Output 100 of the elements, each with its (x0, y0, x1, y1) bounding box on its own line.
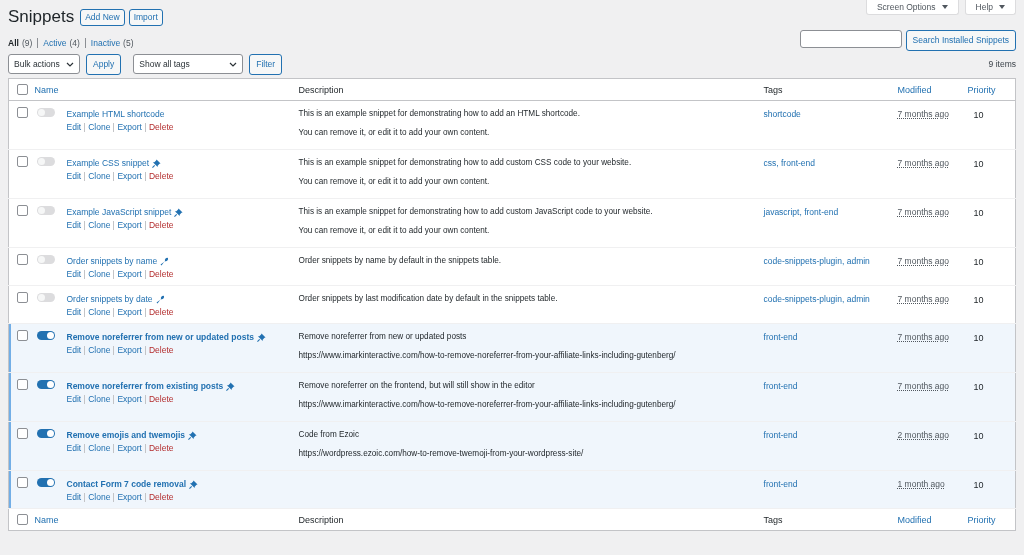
row-checkbox[interactable] (17, 205, 28, 217)
snippet-name[interactable]: Remove noreferrer from new or updated posts (66, 330, 254, 344)
snippet-name[interactable]: Order snippets by date (66, 292, 153, 306)
row-action-link[interactable]: Export (113, 346, 142, 355)
row-action-link[interactable]: Clone (84, 346, 111, 355)
column-header[interactable]: Name (34, 84, 59, 95)
row-checkbox[interactable] (17, 379, 28, 391)
row-action-link[interactable]: Delete (144, 346, 174, 355)
row-action-link[interactable]: Export (113, 221, 142, 230)
view-link[interactable]: Inactive (90, 38, 121, 48)
column-header[interactable]: Modified (897, 514, 932, 525)
row-action-link[interactable]: Clone (84, 172, 111, 181)
pin-icon (226, 381, 236, 391)
view-link[interactable]: All (8, 38, 19, 48)
tag-list[interactable]: code-snippets-plugin, admin (763, 254, 870, 268)
filter-button[interactable]: Filter (249, 53, 283, 75)
snippet-name[interactable]: Contact Form 7 code removal (66, 477, 186, 491)
row-action-link[interactable]: Delete (144, 221, 174, 230)
row-checkbox[interactable] (17, 107, 28, 119)
row-action-link[interactable]: Export (113, 123, 142, 132)
priority-value: 10 (972, 207, 984, 218)
column-header: Description (298, 84, 344, 95)
column-header[interactable]: Name (34, 514, 59, 525)
row-action-link[interactable]: Export (113, 308, 142, 317)
search-button[interactable]: Search Installed Snippets (905, 29, 1016, 51)
row-checkbox[interactable] (17, 428, 28, 440)
toggle-switch[interactable] (36, 429, 55, 438)
row-action-link[interactable]: Clone (84, 493, 111, 502)
row-action-link[interactable]: Clone (84, 123, 111, 132)
view-link[interactable]: Active (43, 38, 67, 48)
toggle-switch[interactable] (36, 255, 55, 264)
description-text: https://wordpress.ezoic.com/how-to-remove-twemoji-from-your-wordpress-site/ (298, 448, 585, 460)
description-text: Code from Ezoic (298, 429, 361, 441)
row-checkbox[interactable] (17, 477, 28, 489)
row-action-link[interactable]: Edit (66, 219, 82, 232)
row-action-link[interactable]: Delete (144, 123, 174, 132)
tag-list[interactable]: javascript, front-end (763, 205, 839, 219)
row-checkbox[interactable] (17, 254, 28, 266)
row-action-link[interactable]: Edit (66, 268, 82, 281)
search-field[interactable] (799, 29, 902, 48)
toggle-switch[interactable] (36, 380, 55, 389)
row-action-link[interactable]: Delete (144, 172, 174, 181)
snippet-name[interactable]: Order snippets by name (66, 254, 158, 268)
row-action-link[interactable]: Export (113, 493, 142, 502)
select-all-checkbox[interactable] (17, 84, 28, 96)
priority-value: 10 (972, 332, 984, 343)
column-header[interactable]: Modified (897, 84, 932, 95)
tag-list[interactable]: code-snippets-plugin, admin (763, 292, 870, 306)
apply-button[interactable]: Apply (86, 53, 122, 75)
row-action-link[interactable]: Export (113, 270, 142, 279)
row-action-link[interactable]: Edit (66, 393, 82, 406)
row-action-link[interactable]: Clone (84, 308, 111, 317)
toggle-switch[interactable] (36, 293, 55, 302)
row-action-link[interactable]: Edit (66, 306, 82, 319)
row-action-link[interactable]: Export (113, 395, 142, 404)
row-action-link[interactable]: Delete (144, 270, 174, 279)
column-header[interactable]: Priority (967, 514, 996, 525)
toggle-switch[interactable] (36, 157, 55, 166)
row-action-link[interactable]: Export (113, 172, 142, 181)
tag-list[interactable]: css, front-end (763, 156, 815, 170)
toggle-switch[interactable] (36, 206, 55, 215)
toggle-switch[interactable] (36, 108, 55, 117)
row-action-link[interactable]: Clone (84, 395, 111, 404)
row-action-link[interactable]: Export (113, 444, 142, 453)
select-all-checkbox[interactable] (17, 514, 28, 526)
toggle-switch[interactable] (36, 478, 55, 487)
tag-list[interactable]: shortcode (763, 107, 801, 121)
toggle-switch[interactable] (36, 331, 55, 340)
row-action-link[interactable]: Edit (66, 121, 82, 134)
row-action-link[interactable]: Delete (144, 444, 174, 453)
bulk-actions-select[interactable]: Bulk actions (8, 54, 80, 74)
tag-list[interactable]: front-end (763, 379, 798, 393)
title-button[interactable]: Import (128, 8, 163, 26)
snippet-name[interactable]: Example CSS snippet (66, 156, 150, 170)
tags-select[interactable]: Show all tags (133, 54, 244, 74)
tag-list[interactable]: front-end (763, 330, 798, 344)
row-action-link[interactable]: Clone (84, 270, 111, 279)
row-checkbox[interactable] (17, 292, 28, 304)
row-action-link[interactable]: Edit (66, 491, 82, 504)
snippet-name[interactable]: Remove noreferrer from existing posts (66, 379, 224, 393)
row-action-link[interactable]: Edit (66, 344, 82, 357)
title-button[interactable]: Add New (80, 8, 125, 26)
row-checkbox[interactable] (17, 156, 28, 168)
tag-list[interactable]: front-end (763, 477, 798, 491)
tag-list[interactable]: front-end (763, 428, 798, 442)
column-header[interactable]: Priority (967, 84, 996, 95)
row-action-link[interactable]: Clone (84, 221, 111, 230)
screen-tab[interactable]: Help (964, 0, 1016, 15)
row-action-link[interactable]: Edit (66, 170, 82, 183)
screen-tab[interactable]: Screen Options (865, 0, 959, 15)
snippet-name[interactable]: Example HTML shortcode (66, 107, 165, 121)
row-checkbox[interactable] (17, 330, 28, 342)
snippet-name[interactable]: Remove emojis and twemojis (66, 428, 186, 442)
row-action-link[interactable]: Delete (144, 308, 174, 317)
snippet-name[interactable]: Example JavaScript snippet (66, 205, 172, 219)
row-action-link[interactable]: Clone (84, 444, 111, 453)
row-action-link[interactable]: Delete (144, 395, 174, 404)
row-action-link[interactable]: Edit (66, 442, 82, 455)
caret-icon (999, 5, 1005, 9)
row-action-link[interactable]: Delete (144, 493, 174, 502)
